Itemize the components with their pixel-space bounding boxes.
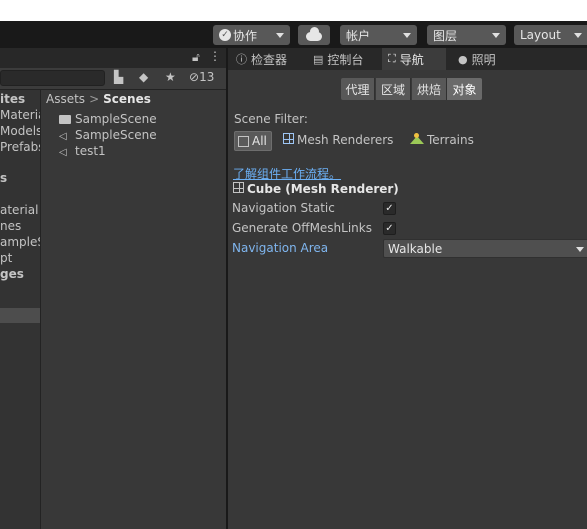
unity-scene-icon: ◁ xyxy=(59,147,67,158)
asset-item[interactable]: ◁ SampleScene xyxy=(59,128,157,142)
asset-label: SampleScene xyxy=(75,128,157,142)
project-folder-tree: ites Materia Models Prefabs s aterial ne… xyxy=(0,90,41,529)
filter-mesh-label: Mesh Renderers xyxy=(297,133,394,147)
tree-item[interactable]: Materia xyxy=(0,108,40,122)
tree-item[interactable]: s xyxy=(0,171,7,185)
info-icon: ⓘ xyxy=(236,53,247,66)
tab-label: 控制台 xyxy=(327,52,364,67)
layout-label: Layout xyxy=(520,28,561,42)
check-icon: ✓ xyxy=(385,223,394,234)
chevron-down-icon xyxy=(276,33,284,38)
project-tab-header: 🔓︎ ⋮ xyxy=(0,48,226,68)
folder-icon xyxy=(59,115,71,124)
tree-item[interactable]: ites xyxy=(0,92,25,106)
tab-inspector[interactable]: ⓘ 检查器 xyxy=(230,48,293,70)
navigation-area-dropdown[interactable]: Walkable xyxy=(383,239,587,258)
asset-label: test1 xyxy=(75,144,106,158)
create-filter-icon[interactable]: ▙ xyxy=(114,70,123,90)
mesh-renderer-icon xyxy=(283,133,294,144)
chevron-right-icon: > xyxy=(89,92,100,106)
main-toolbar: ✓ 协作 帐户 图层 Layout xyxy=(0,21,587,48)
unity-scene-icon: ◁ xyxy=(59,131,67,142)
navigation-static-label: Navigation Static xyxy=(232,201,335,215)
filter-terrains-label: Terrains xyxy=(427,133,474,147)
tree-item[interactable]: Models xyxy=(0,124,40,138)
asset-item[interactable]: ◁ test1 xyxy=(59,144,106,158)
object-title: Cube (Mesh Renderer) xyxy=(233,182,399,196)
lock-icon[interactable]: 🔓︎ xyxy=(192,50,200,65)
filter-all-button[interactable]: All xyxy=(234,131,272,151)
tree-item[interactable]: Prefabs xyxy=(0,140,40,154)
cube-icon xyxy=(238,135,249,147)
mode-object-button[interactable]: 对象 xyxy=(447,78,482,100)
filter-all-label: All xyxy=(252,134,267,148)
tree-item[interactable]: aterial xyxy=(0,203,38,217)
label-tag-icon[interactable]: ◆ xyxy=(139,70,148,90)
tree-item[interactable]: nes xyxy=(0,219,21,233)
learn-workflow-link[interactable]: 了解组件工作流程。 xyxy=(233,165,341,182)
scene-filter-label: Scene Filter: xyxy=(234,112,308,126)
more-menu-icon[interactable]: ⋮ xyxy=(209,49,221,63)
lightbulb-icon: ● xyxy=(458,52,468,66)
tab-navigation[interactable]: ⛶ 导航 xyxy=(382,48,446,70)
console-icon: ▤ xyxy=(313,52,324,66)
navigation-icon: ⛶ xyxy=(388,52,396,65)
tree-item[interactable]: pt xyxy=(0,251,12,265)
collab-label: 协作 xyxy=(233,28,258,43)
favorite-star-icon[interactable]: ★ xyxy=(165,70,176,90)
breadcrumb: Assets > Scenes xyxy=(46,92,151,106)
layout-dropdown[interactable]: Layout xyxy=(514,25,587,45)
layers-label: 图层 xyxy=(433,28,458,43)
asset-item[interactable]: SampleScene xyxy=(59,112,157,126)
navigation-area-label: Navigation Area xyxy=(232,241,329,255)
hidden-count: 13 xyxy=(199,70,215,84)
check-icon: ✓ xyxy=(385,203,394,214)
eye-slash-icon: ⊘ xyxy=(189,70,200,84)
account-dropdown[interactable]: 帐户 xyxy=(340,25,417,45)
inspector-tabbar: ⓘ 检查器 ▤ 控制台 ⛶ 导航 ● 照明 xyxy=(228,48,587,70)
filter-mesh-renderers-button[interactable]: Mesh Renderers xyxy=(283,133,393,147)
filter-terrains-button[interactable]: Terrains xyxy=(410,133,474,147)
tab-console[interactable]: ▤ 控制台 xyxy=(307,48,369,70)
tab-label: 检查器 xyxy=(251,52,288,67)
cloud-button[interactable] xyxy=(298,25,330,45)
tree-item[interactable]: ges xyxy=(0,267,24,281)
chevron-down-icon xyxy=(576,247,584,252)
offmesh-links-label: Generate OffMeshLinks xyxy=(232,221,372,235)
pane-divider[interactable] xyxy=(226,48,228,529)
mode-agents-button[interactable]: 代理 xyxy=(341,78,375,100)
chevron-down-icon xyxy=(492,33,500,38)
hidden-packages-toggle[interactable]: ⊘13 xyxy=(189,70,214,90)
breadcrumb-current[interactable]: Scenes xyxy=(103,92,151,106)
check-circle-icon: ✓ xyxy=(219,29,231,41)
object-title-text: Cube (Mesh Renderer) xyxy=(247,182,399,196)
terrain-icon xyxy=(410,133,424,144)
project-search-input[interactable] xyxy=(0,70,105,86)
account-label: 帐户 xyxy=(346,28,371,43)
navigation-area-value: Walkable xyxy=(388,241,443,256)
chevron-down-icon xyxy=(574,33,582,38)
tree-item[interactable]: ampleS xyxy=(0,235,40,249)
tab-label: 照明 xyxy=(471,52,496,67)
mode-bake-button[interactable]: 烘焙 xyxy=(412,78,447,100)
tab-lighting[interactable]: ● 照明 xyxy=(452,48,502,70)
mesh-renderer-icon xyxy=(233,182,244,193)
tab-label: 导航 xyxy=(399,52,424,67)
navigation-static-checkbox[interactable]: ✓ xyxy=(383,202,396,215)
asset-label: SampleScene xyxy=(75,112,157,126)
offmesh-links-checkbox[interactable]: ✓ xyxy=(383,222,396,235)
tree-selection-highlight xyxy=(0,308,40,323)
breadcrumb-root[interactable]: Assets xyxy=(46,92,85,106)
chevron-down-icon xyxy=(403,33,411,38)
collab-dropdown[interactable]: ✓ 协作 xyxy=(213,25,290,45)
mode-areas-button[interactable]: 区域 xyxy=(376,78,411,100)
window-top-strip xyxy=(0,0,587,21)
layers-dropdown[interactable]: 图层 xyxy=(427,25,506,45)
cloud-icon xyxy=(306,27,322,41)
